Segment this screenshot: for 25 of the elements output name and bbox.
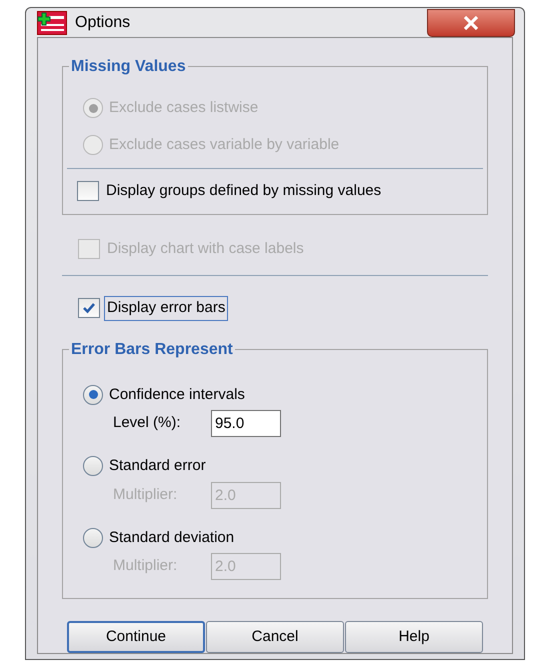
- checkbox[interactable]: [78, 298, 100, 318]
- radio-button[interactable]: [83, 384, 103, 405]
- dialog-button[interactable]: Continue: [67, 621, 205, 653]
- checkbox-label: Display error bars: [104, 296, 228, 320]
- radio-label: Confidence intervals: [109, 384, 245, 404]
- checkbox[interactable]: [77, 181, 99, 202]
- input-field[interactable]: 95.0: [211, 410, 281, 437]
- radio-label: Exclude cases listwise: [109, 98, 258, 118]
- checkbox-label: Display chart with case labels: [106, 238, 305, 258]
- radio-label: Standard error: [109, 456, 206, 476]
- close-button[interactable]: [427, 9, 515, 37]
- field-label: Multiplier:: [113, 484, 178, 505]
- close-icon: [463, 16, 479, 30]
- field-label: Multiplier:: [113, 556, 178, 576]
- grid-icon: [37, 10, 67, 34]
- field-label: Level (%):: [113, 413, 182, 434]
- checkmark-icon: [82, 302, 96, 314]
- radio-label: Exclude cases variable by variable: [109, 134, 340, 154]
- dialog-button[interactable]: Cancel: [206, 621, 344, 653]
- radio-button[interactable]: [83, 456, 103, 476]
- radio-label: Standard deviation: [109, 528, 234, 548]
- dialog-button[interactable]: Help: [345, 621, 483, 653]
- window-title: Options: [75, 12, 130, 32]
- checkbox-label: Display groups defined by missing values: [105, 181, 382, 201]
- radio-button[interactable]: [83, 528, 103, 548]
